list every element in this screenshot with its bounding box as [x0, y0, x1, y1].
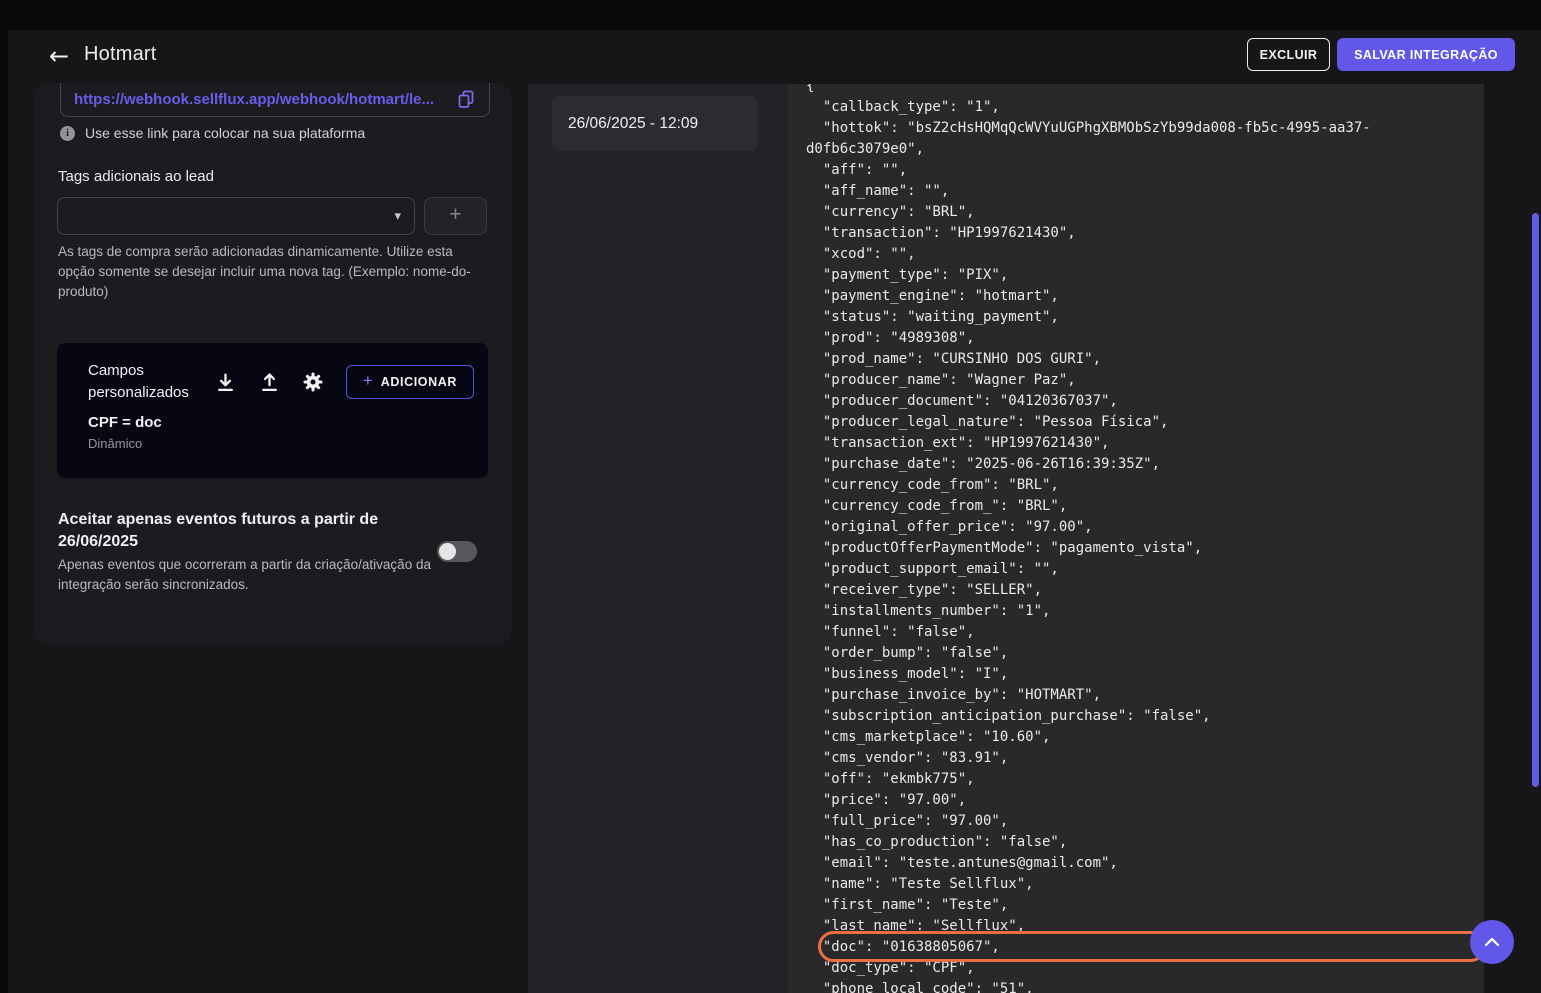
gear-icon[interactable]: [302, 371, 324, 393]
save-integration-button[interactable]: SALVAR INTEGRAÇÃO: [1337, 38, 1515, 71]
settings-card: https://webhook.sellflux.app/webhook/hot…: [33, 83, 512, 645]
top-bar: ← Hotmart EXCLUIR SALVAR INTEGRAÇÃO: [8, 30, 1541, 83]
add-tag-button[interactable]: +: [424, 197, 487, 235]
webhook-url-field[interactable]: https://webhook.sellflux.app/webhook/hot…: [60, 83, 490, 117]
copy-icon[interactable]: [456, 89, 476, 109]
events-column: 26/06/2025 - 12:09: [528, 84, 788, 993]
delete-button[interactable]: EXCLUIR: [1247, 38, 1330, 71]
chevron-up-icon: [1484, 937, 1500, 947]
event-list-item[interactable]: 26/06/2025 - 12:09: [552, 96, 758, 151]
add-custom-field-label: ADICIONAR: [381, 375, 457, 389]
back-arrow-icon[interactable]: ←: [44, 41, 74, 71]
tags-description: As tags de compra serão adicionadas dina…: [58, 242, 472, 302]
chevron-down-icon: ▾: [394, 209, 401, 224]
custom-field-name: CPF = doc: [88, 414, 162, 431]
plus-icon: +: [363, 371, 373, 391]
custom-field-type: Dinâmico: [88, 436, 142, 451]
upload-icon[interactable]: [258, 371, 280, 393]
payload-text: { "callback_type": "1", "hottok": "bsZ2c…: [806, 84, 1478, 993]
future-events-description: Apenas eventos que ocorreram a partir da…: [58, 555, 436, 595]
future-events-title: Aceitar apenas eventos futuros a partir …: [58, 509, 418, 553]
tags-select[interactable]: ▾: [57, 197, 415, 235]
custom-fields-card: Campos personalizados: [57, 343, 488, 478]
integration-page: ← Hotmart EXCLUIR SALVAR INTEGRAÇÃO http…: [8, 30, 1541, 993]
info-icon: i: [60, 126, 75, 141]
custom-fields-title: Campos personalizados: [88, 360, 206, 404]
toggle-knob: [439, 543, 456, 560]
webhook-url-link[interactable]: https://webhook.sellflux.app/webhook/hot…: [74, 91, 456, 108]
page-title: Hotmart: [84, 43, 157, 66]
scroll-top-button[interactable]: [1470, 920, 1514, 964]
download-icon[interactable]: [214, 371, 236, 393]
tags-label: Tags adicionais ao lead: [58, 168, 214, 185]
webhook-hint-row: i Use esse link para colocar na sua plat…: [60, 125, 365, 141]
add-custom-field-button[interactable]: + ADICIONAR: [346, 365, 474, 399]
future-events-toggle[interactable]: [437, 541, 477, 562]
payload-panel: { "callback_type": "1", "hottok": "bsZ2c…: [788, 84, 1484, 993]
webhook-hint: Use esse link para colocar na sua plataf…: [85, 125, 365, 141]
scrollbar-thumb[interactable]: [1532, 213, 1539, 787]
